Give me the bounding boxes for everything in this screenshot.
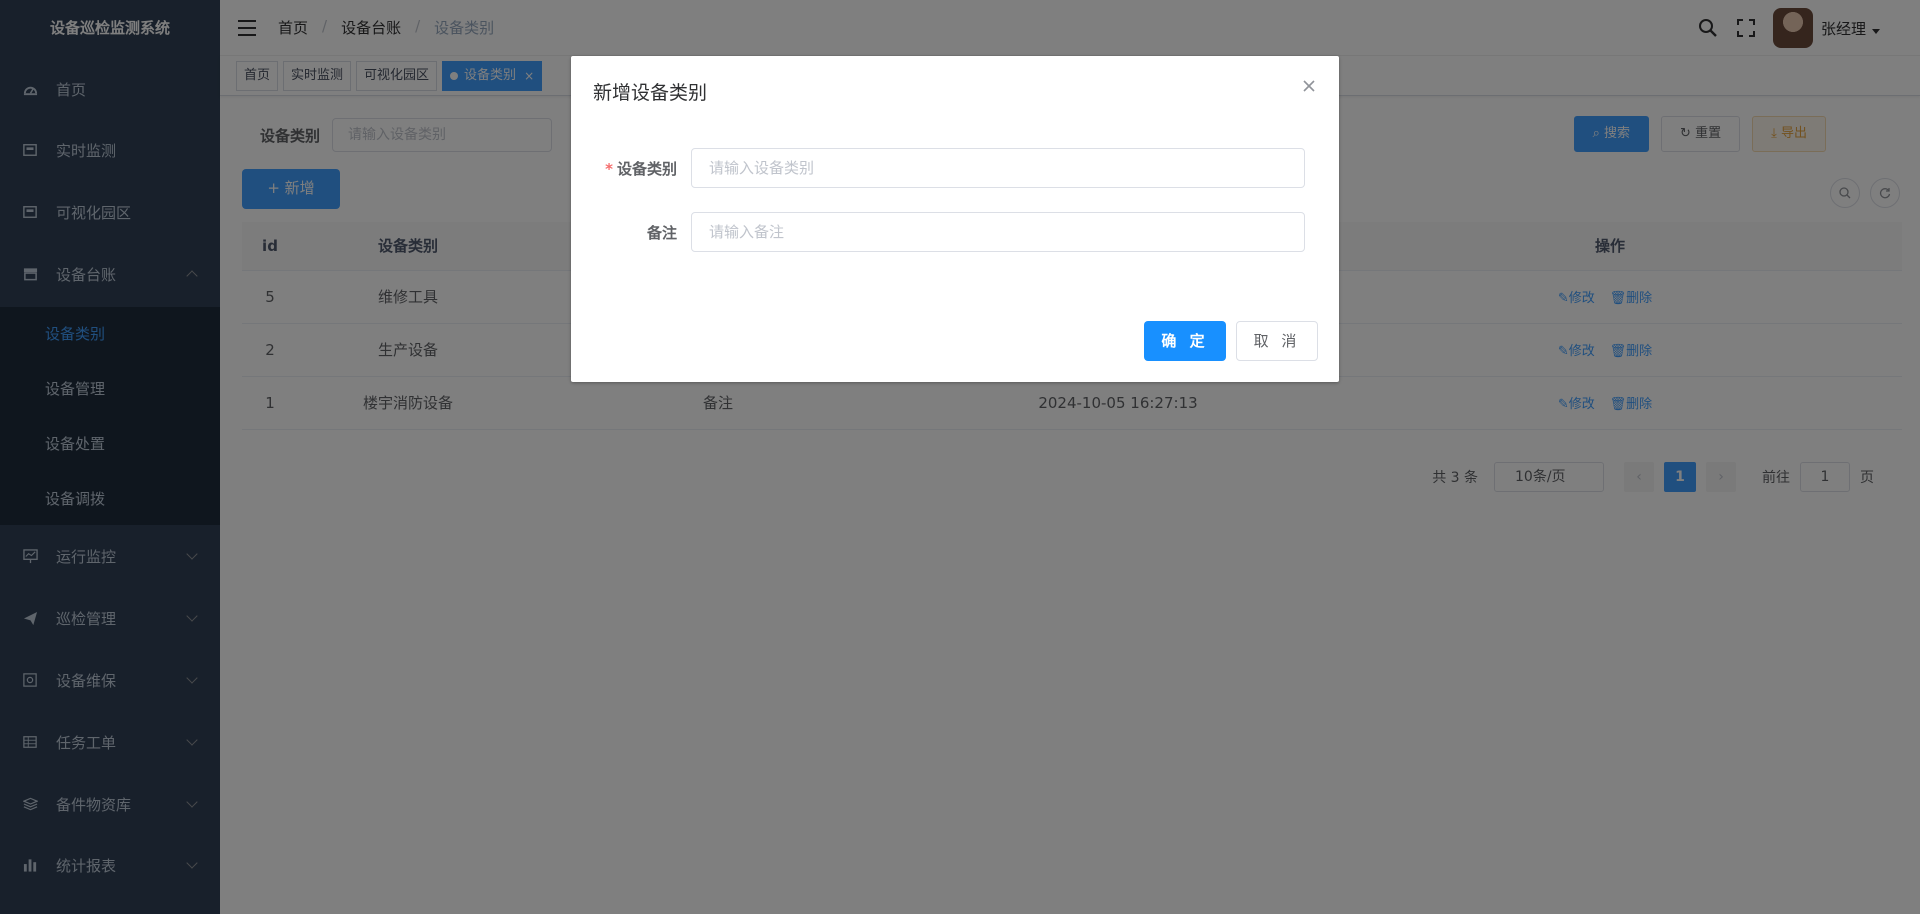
category-input[interactable]: 请输入设备类别 [691,148,1305,188]
cancel-button[interactable]: 取 消 [1236,321,1318,361]
form-row-category: * 设备类别 请输入设备类别 [571,148,1339,188]
category-field-label: * 设备类别 [571,158,691,179]
close-icon[interactable] [1301,78,1317,94]
remark-input[interactable]: 请输入备注 [691,212,1305,252]
remark-field-label: 备注 [646,223,677,242]
confirm-button[interactable]: 确 定 [1144,321,1226,361]
label-text: 设备类别 [616,159,677,178]
dialog-title: 新增设备类别 [593,82,708,104]
form-row-remark: 备注 请输入备注 [571,212,1339,252]
add-category-dialog: 新增设备类别 * 设备类别 请输入设备类别 备注 请输入备注 确 定 取 消 [571,56,1339,382]
required-asterisk: * [605,159,613,178]
